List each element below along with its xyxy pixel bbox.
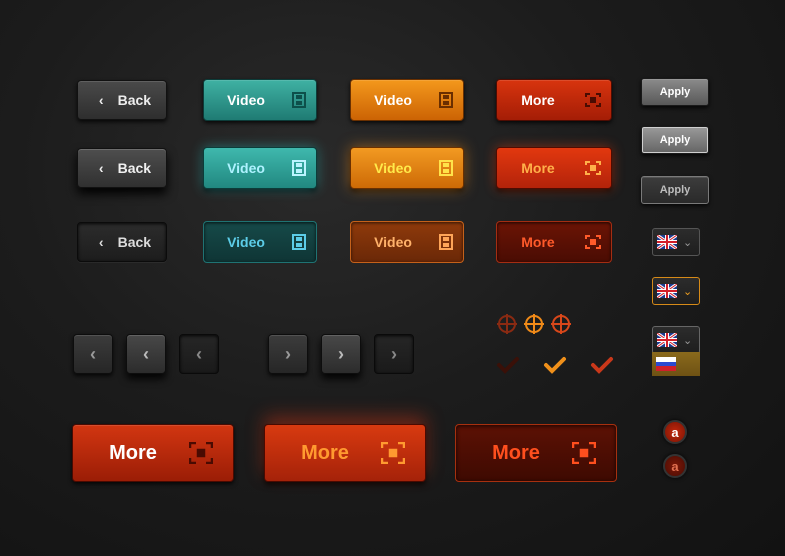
big-more-button-normal[interactable]: More [72,424,234,482]
radio-target-icon[interactable] [550,313,572,335]
prev-button-normal[interactable]: ‹ [73,334,113,374]
chevron-left-icon: ‹ [98,160,104,176]
apply-button-label: Apply [659,86,691,98]
film-icon [292,92,306,108]
more-button-normal[interactable]: More [496,79,612,121]
video-button-orange-normal[interactable]: Video [350,79,464,121]
film-icon [439,234,453,250]
chevron-left-icon: ‹ [98,234,104,250]
chevron-right-icon: › [285,343,291,364]
language-option-russian[interactable] [652,352,700,376]
chevron-left-icon: ‹ [98,92,104,108]
back-button-label: Back [117,234,152,250]
fullscreen-icon [572,442,596,464]
video-button-label: Video [227,234,265,250]
video-button-teal-hover[interactable]: Video [203,147,317,189]
uk-flag-icon [657,284,677,298]
apply-button-normal[interactable]: Apply [641,78,709,106]
chevron-left-icon: ‹ [90,343,96,364]
chevron-left-icon: ‹ [196,343,202,364]
language-dropdown-open[interactable]: ⌄ [652,326,700,354]
fullscreen-icon [189,442,213,464]
fullscreen-icon [585,161,601,175]
more-button-label: More [521,234,555,250]
chevron-down-icon: ⌄ [683,285,693,298]
apply-button-label: Apply [659,184,691,196]
uk-flag-icon [657,235,677,249]
apply-button-pressed[interactable]: Apply [641,176,709,204]
video-button-label: Video [374,234,412,250]
video-button-label: Video [227,92,265,108]
back-button-label: Back [117,160,152,176]
radio-target-icon[interactable] [496,313,518,335]
more-button-label: More [521,160,555,176]
language-dropdown-normal[interactable]: ⌄ [652,228,700,256]
avatar-badge[interactable]: a [663,454,687,478]
video-button-teal-pressed[interactable]: Video [203,221,317,263]
chevron-left-icon: ‹ [143,343,149,364]
more-button-label: More [109,441,157,464]
apply-button-hover[interactable]: Apply [641,126,709,154]
back-button-label: Back [117,92,152,108]
back-button-normal[interactable]: ‹ Back [77,80,167,120]
language-dropdown-hover[interactable]: ⌄ [652,277,700,305]
back-button-pressed[interactable]: ‹ Back [77,222,167,262]
big-more-button-hover[interactable]: More [264,424,426,482]
fullscreen-icon [585,93,601,107]
uk-flag-icon [657,333,677,347]
checkmark-icon[interactable] [590,356,614,376]
video-button-label: Video [374,92,412,108]
chevron-down-icon: ⌄ [683,236,693,249]
fullscreen-icon [381,442,405,464]
more-button-label: More [521,92,555,108]
checkmark-icon[interactable] [496,356,520,376]
prev-button-hover[interactable]: ‹ [126,334,166,374]
film-icon [292,160,306,176]
next-button-hover[interactable]: › [321,334,361,374]
prev-button-pressed[interactable]: ‹ [179,334,219,374]
film-icon [439,92,453,108]
film-icon [439,160,453,176]
more-button-label: More [492,441,540,464]
radio-target-icon[interactable] [523,313,545,335]
video-button-teal-normal[interactable]: Video [203,79,317,121]
fullscreen-icon [585,235,601,249]
big-more-button-pressed[interactable]: More [455,424,617,482]
apply-button-label: Apply [659,134,691,146]
chevron-right-icon: › [338,343,344,364]
back-button-hover[interactable]: ‹ Back [77,148,167,188]
more-button-label: More [301,441,349,464]
film-icon [292,234,306,250]
badge-letter: a [671,424,679,440]
more-button-pressed[interactable]: More [496,221,612,263]
next-button-pressed[interactable]: › [374,334,414,374]
chevron-down-icon: ⌄ [683,334,693,347]
checkmark-icon[interactable] [543,356,567,376]
russia-flag-icon [656,357,676,371]
badge-letter: a [671,458,679,474]
video-button-label: Video [227,160,265,176]
video-button-label: Video [374,160,412,176]
video-button-orange-pressed[interactable]: Video [350,221,464,263]
more-button-hover[interactable]: More [496,147,612,189]
next-button-normal[interactable]: › [268,334,308,374]
chevron-right-icon: › [391,343,397,364]
avatar-badge[interactable]: a [663,420,687,444]
video-button-orange-hover[interactable]: Video [350,147,464,189]
